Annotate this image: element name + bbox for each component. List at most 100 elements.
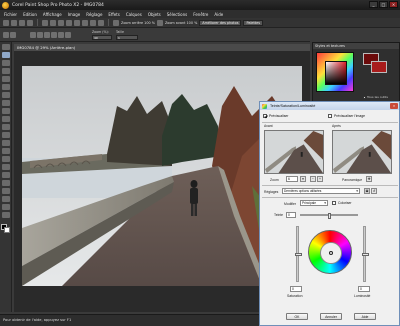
edit-range-dropdown[interactable]: Principale xyxy=(300,200,328,206)
menu-layers[interactable]: Calques xyxy=(126,12,142,17)
dialog-close-button[interactable]: × xyxy=(390,103,398,109)
lightness-input[interactable]: 0 xyxy=(358,286,370,292)
color-square[interactable] xyxy=(325,61,347,85)
all-tools-option[interactable]: Tous les outils xyxy=(363,95,388,99)
picture-tube-icon[interactable] xyxy=(1,172,10,178)
hue-slider-thumb[interactable] xyxy=(328,213,331,219)
zoom-out-icon[interactable]: − xyxy=(310,176,316,182)
print-icon[interactable] xyxy=(27,19,33,26)
zoom-in-icon[interactable]: + xyxy=(317,176,323,182)
menu-help[interactable]: Aide xyxy=(214,12,223,17)
menu-file[interactable]: Fichier xyxy=(4,12,17,17)
warp-brush-icon[interactable] xyxy=(1,148,10,154)
color-wheel-marker[interactable] xyxy=(329,251,333,255)
cut-icon[interactable] xyxy=(58,19,64,26)
browse-icon[interactable] xyxy=(98,19,104,26)
red-eye-tool-icon[interactable] xyxy=(1,100,10,106)
save-preset-icon[interactable]: ▣ xyxy=(364,188,370,194)
preview-image-checkbox[interactable] xyxy=(328,114,332,118)
paint-brush-icon[interactable] xyxy=(1,132,10,138)
preview-checkbox[interactable] xyxy=(263,114,267,118)
menu-view[interactable]: Affichage xyxy=(43,12,62,17)
dropper-tool-icon[interactable] xyxy=(1,92,10,98)
lightness-slider[interactable] xyxy=(362,226,369,282)
new-file-icon[interactable] xyxy=(3,19,9,26)
hue-input[interactable]: 0 xyxy=(286,212,296,218)
zoom-input[interactable]: 6 xyxy=(286,176,298,182)
airbrush-icon[interactable] xyxy=(1,140,10,146)
object-selector-icon[interactable] xyxy=(1,212,10,218)
background-style-swatch[interactable] xyxy=(371,61,387,73)
zoom-actual-icon[interactable] xyxy=(37,32,43,38)
after-preview[interactable] xyxy=(332,130,392,174)
copy-icon[interactable] xyxy=(66,19,72,26)
menu-selections[interactable]: Sélections xyxy=(167,12,188,17)
save-icon[interactable] xyxy=(19,19,25,26)
open-file-icon[interactable] xyxy=(11,19,17,26)
menu-effects[interactable]: Effets xyxy=(108,12,119,17)
menu-objects[interactable]: Objets xyxy=(148,12,161,17)
enhance-photo-dropdown[interactable]: Améliorer des photos xyxy=(199,19,242,26)
colorize-option[interactable]: Coloriser xyxy=(332,201,352,205)
zoom-out-label[interactable]: Zoom arrière 100 % xyxy=(121,21,155,25)
menu-adjust[interactable]: Réglage xyxy=(86,12,102,17)
redo-icon[interactable] xyxy=(50,19,56,26)
saturation-slider[interactable] xyxy=(295,226,302,282)
hue-slider[interactable] xyxy=(300,213,358,219)
saturation-slider-thumb[interactable] xyxy=(295,253,302,256)
zoom-in-label[interactable]: Zoom avant 100 % xyxy=(165,21,197,25)
preset-icon[interactable] xyxy=(3,32,9,38)
move-tool-icon[interactable] xyxy=(1,76,10,82)
text-tool-icon[interactable] xyxy=(1,188,10,194)
clone-tool-icon[interactable] xyxy=(1,116,10,122)
eraser-icon[interactable] xyxy=(1,164,10,170)
preview-image-option[interactable]: Prévisualiser l'image xyxy=(328,114,365,118)
reset-preset-icon[interactable]: ↺ xyxy=(371,188,377,194)
undo-icon[interactable] xyxy=(42,19,48,26)
preset-shape-icon[interactable] xyxy=(1,196,10,202)
help-button[interactable]: Aide xyxy=(354,313,376,320)
lightness-slider-thumb[interactable] xyxy=(362,253,369,256)
zoom-percent-input[interactable]: 40 xyxy=(92,35,112,40)
zoom-tool-icon[interactable] xyxy=(1,52,10,58)
crop-icon[interactable] xyxy=(82,19,88,26)
zoom-dropdown-button[interactable]: ▾ xyxy=(300,176,306,182)
color-picker[interactable] xyxy=(316,52,354,92)
flood-fill-icon[interactable] xyxy=(1,180,10,186)
ok-button[interactable]: OK xyxy=(286,313,308,320)
pan-icon[interactable]: ✥ xyxy=(366,176,372,182)
zoom-out-icon[interactable] xyxy=(113,19,119,26)
cancel-button[interactable]: Annuler xyxy=(320,313,342,320)
scratch-remover-icon[interactable] xyxy=(1,124,10,130)
color-swatches[interactable] xyxy=(1,224,10,233)
all-tools-checkbox[interactable] xyxy=(363,95,366,99)
crop-tool-icon[interactable] xyxy=(1,68,10,74)
resize-icon[interactable] xyxy=(90,19,96,26)
makeover-tool-icon[interactable] xyxy=(1,108,10,114)
zoom-plus-icon[interactable] xyxy=(51,32,57,38)
saturation-input[interactable]: 0 xyxy=(290,286,302,292)
palettes-dropdown[interactable]: Palettes xyxy=(243,19,263,26)
zoom-in-icon[interactable] xyxy=(156,19,163,26)
zoom-minus-icon[interactable] xyxy=(58,32,64,38)
reset-icon[interactable] xyxy=(10,32,16,38)
preview-option[interactable]: Prévisualiser xyxy=(263,114,288,118)
zoom-step-input[interactable]: 1 xyxy=(116,35,138,40)
menu-window[interactable]: Fenêtre xyxy=(193,12,208,17)
zoom-window-icon[interactable] xyxy=(44,32,50,38)
close-button[interactable]: × xyxy=(389,1,398,8)
pen-tool-icon[interactable] xyxy=(1,204,10,210)
selection-tool-icon[interactable] xyxy=(1,84,10,90)
minimize-button[interactable]: _ xyxy=(369,1,378,8)
colorize-checkbox[interactable] xyxy=(332,201,336,205)
paste-icon[interactable] xyxy=(74,19,80,26)
hue-color-wheel[interactable] xyxy=(308,230,352,274)
deform-tool-icon[interactable] xyxy=(1,60,10,66)
pan-tool-icon[interactable] xyxy=(1,44,10,50)
maximize-button[interactable]: □ xyxy=(379,1,388,8)
background-swatch[interactable] xyxy=(4,227,10,233)
lighten-darken-icon[interactable] xyxy=(1,156,10,162)
zoom-fit-icon[interactable] xyxy=(30,32,36,38)
settings-dropdown[interactable]: Dernières options utilisées xyxy=(282,188,360,194)
menu-image[interactable]: Image xyxy=(68,12,81,17)
